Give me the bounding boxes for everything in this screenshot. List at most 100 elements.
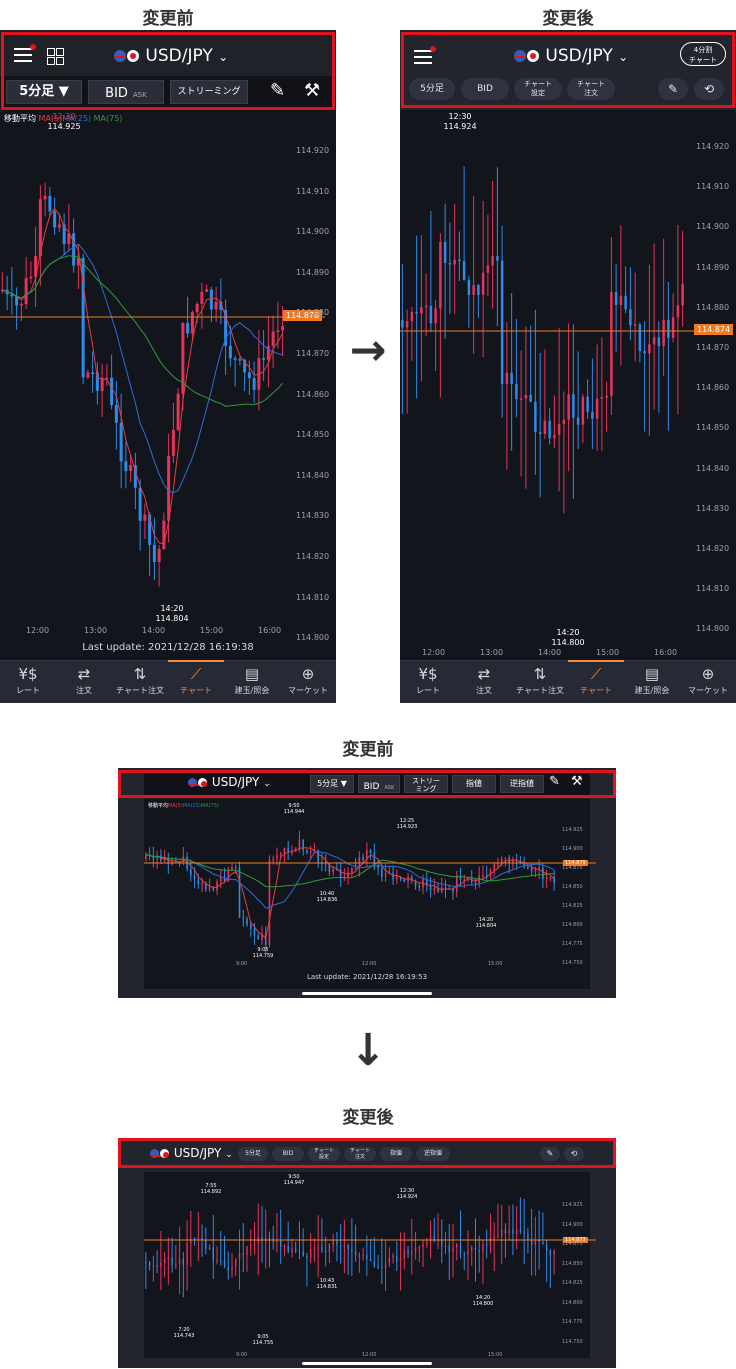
pair-label: USD/JPY <box>545 46 613 66</box>
us-flag-icon <box>150 1149 161 1158</box>
annotation-value: 114.759 <box>252 953 274 959</box>
pencil-button[interactable]: ✎ <box>540 1147 560 1161</box>
price-annotation: 12:25 114.923 <box>392 818 422 830</box>
candle-body <box>279 853 282 856</box>
timeframe-button[interactable]: 5分足 <box>409 78 455 100</box>
currency-pair-selector[interactable]: USD/JPY ⌄ <box>514 46 628 66</box>
tools-icon[interactable]: ⚒ <box>304 80 320 101</box>
streaming-button[interactable]: ストリーミング <box>170 80 248 104</box>
candle-body <box>543 420 547 434</box>
candle-body <box>201 882 203 885</box>
candle-body <box>298 1250 301 1252</box>
candle-body <box>381 1266 383 1269</box>
rotate-button[interactable]: ⟲ <box>694 78 724 100</box>
currency-pair-selector[interactable]: USD/JPY ⌄ <box>188 775 271 789</box>
candle-body <box>197 879 200 885</box>
nav-item-3[interactable]: ⟋ チャート <box>168 660 224 703</box>
timeframe-button[interactable]: 5分足 ▼ <box>310 775 354 793</box>
rotate-button[interactable]: ⟲ <box>564 1147 584 1161</box>
nav-label: マーケット <box>688 686 728 695</box>
currency-pair-selector[interactable]: USD/JPY ⌄ <box>114 46 228 66</box>
tools-icon[interactable]: ⚒ <box>571 774 583 789</box>
nav-item-0[interactable]: ¥$ レート <box>400 661 456 703</box>
stop-order-button[interactable]: 逆指値 <box>416 1147 450 1161</box>
candle-body <box>138 487 142 521</box>
candle-body <box>405 321 409 328</box>
candle-body <box>493 864 495 871</box>
candle-body <box>100 377 104 391</box>
candle-body <box>235 1259 237 1267</box>
limit-order-button[interactable]: 指値 <box>380 1147 412 1161</box>
annotation-value: 114.944 <box>283 809 305 815</box>
candle-body <box>253 928 256 936</box>
split-chart-button[interactable]: 4分割 チャート <box>680 42 726 66</box>
chart-order-button[interactable]: チャート 注文 <box>344 1147 376 1161</box>
pencil-icon[interactable]: ✎ <box>549 774 560 789</box>
candlestick-chart <box>144 830 596 953</box>
candle-body <box>276 330 280 332</box>
candle-body <box>171 430 175 456</box>
hamburger-icon[interactable] <box>14 44 36 62</box>
hamburger-icon[interactable] <box>414 46 436 64</box>
y-tick-label: 114.750 <box>562 1338 583 1345</box>
timeframe-button[interactable]: 5分足 <box>238 1147 268 1161</box>
annotation-value: 114.947 <box>283 1180 305 1186</box>
candle-body <box>472 285 475 295</box>
candle-body <box>283 847 286 854</box>
y-tick-label: 114.830 <box>296 511 330 521</box>
currency-pair-selector[interactable]: USD/JPY ⌄ <box>150 1146 233 1160</box>
candle-body <box>519 398 523 400</box>
nav-item-2[interactable]: ⇅ チャート注文 <box>512 661 568 703</box>
bid-label: BID <box>105 86 128 101</box>
candle-body <box>474 881 477 884</box>
candle-body <box>448 262 452 265</box>
candle-body <box>595 398 599 419</box>
chart-settings-button[interactable]: チャート 設定 <box>514 78 562 100</box>
pencil-icon[interactable]: ✎ <box>270 80 285 101</box>
candle-body <box>24 277 28 305</box>
candle-body <box>208 887 211 890</box>
nav-icon: ⟋ <box>590 665 602 683</box>
candle-body <box>463 1253 465 1255</box>
bid-button[interactable]: BID <box>272 1147 304 1161</box>
chart-order-button[interactable]: チャート 注文 <box>567 78 615 100</box>
high-annotation: 12:30 114.924 <box>440 112 480 132</box>
x-tick-label: 15:00 <box>200 626 224 635</box>
nav-item-1[interactable]: ⇄ 注文 <box>456 661 512 703</box>
landscape-before-header: USD/JPY ⌄ 5分足 ▼ BID ASK ストリー ミング 指値 逆指値 … <box>144 773 590 795</box>
chevron-down-icon: ⌄ <box>263 779 271 789</box>
annotation-value: 114.800 <box>472 1301 494 1307</box>
grid-icon[interactable] <box>47 48 64 65</box>
nav-item-5[interactable]: ⊕ マーケット <box>280 661 336 703</box>
candle-body <box>486 265 490 273</box>
candle-body <box>233 358 237 360</box>
pencil-button[interactable]: ✎ <box>658 78 688 100</box>
nav-item-4[interactable]: ▤ 建玉/照会 <box>624 661 680 703</box>
bid-ask-toggle[interactable]: BID ASK <box>88 80 164 104</box>
candle-body <box>276 855 278 859</box>
candle-body <box>205 289 209 292</box>
nav-item-1[interactable]: ⇄ 注文 <box>56 661 112 703</box>
nav-item-5[interactable]: ⊕ マーケット <box>680 661 736 703</box>
nav-item-4[interactable]: ▤ 建玉/照会 <box>224 661 280 703</box>
timeframe-button[interactable]: 5分足 ▼ <box>6 80 82 104</box>
y-tick-label: 114.800 <box>562 922 583 928</box>
chart-settings-button[interactable]: チャート 設定 <box>308 1147 340 1161</box>
candle-body <box>411 1251 413 1254</box>
candle-body <box>434 308 437 324</box>
limit-order-button[interactable]: 指値 <box>452 775 496 793</box>
nav-item-3[interactable]: ⟋ チャート <box>568 660 624 703</box>
nav-item-2[interactable]: ⇅ チャート注文 <box>112 661 168 703</box>
after-label-top: 変更後 <box>542 9 594 29</box>
candle-body <box>257 935 260 940</box>
bid-button[interactable]: BID <box>461 78 509 100</box>
stop-order-button[interactable]: 逆指値 <box>500 775 544 793</box>
streaming-button[interactable]: ストリー ミング <box>404 775 448 793</box>
candle-body <box>396 876 398 880</box>
bid-ask-toggle[interactable]: BID ASK <box>358 775 400 793</box>
candle-body <box>504 857 507 860</box>
candle-body <box>489 1237 492 1246</box>
candle-body <box>496 256 499 261</box>
candle-body <box>209 289 213 310</box>
nav-item-0[interactable]: ¥$ レート <box>0 661 56 703</box>
